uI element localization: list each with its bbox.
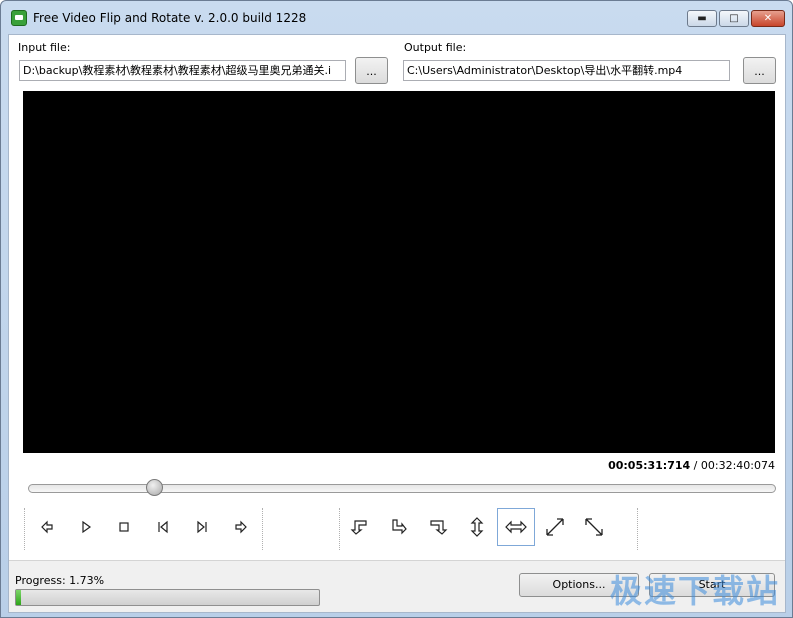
window-title: Free Video Flip and Rotate v. 2.0.0 buil…	[33, 11, 307, 25]
maximize-button[interactable]: □	[719, 10, 749, 27]
close-button[interactable]: ✕	[751, 10, 785, 27]
output-file-field[interactable]: C:\Users\Administrator\Desktop\导出\水平翻转.m…	[403, 60, 730, 81]
minimize-button[interactable]: ▬	[687, 10, 717, 27]
rotate-180-icon	[430, 520, 448, 535]
video-preview	[23, 91, 775, 453]
skip-end-icon	[197, 520, 207, 534]
toolbar-separator	[262, 508, 263, 550]
flip-horizontal-icon	[505, 520, 527, 534]
stop-icon	[119, 522, 129, 532]
title-bar[interactable]: Free Video Flip and Rotate v. 2.0.0 buil…	[1, 1, 792, 35]
stop-button[interactable]	[105, 508, 143, 546]
flip-vertical-button[interactable]	[458, 508, 496, 546]
skip-start-icon	[158, 520, 168, 534]
seek-slider-thumb[interactable]	[146, 479, 164, 496]
arrow-left-icon	[41, 520, 53, 534]
go-to-start-button[interactable]	[144, 508, 182, 546]
toolbar-separator	[24, 508, 25, 550]
next-frame-button[interactable]	[222, 508, 260, 546]
transpose-icon	[546, 518, 564, 536]
time-separator: /	[693, 459, 698, 472]
progress-bar-fill	[16, 590, 22, 605]
progress-label: Progress: 1.73%	[15, 574, 105, 587]
output-browse-button[interactable]: ...	[743, 57, 776, 84]
watermark: 极速下载站	[610, 572, 781, 610]
flip-vertical-icon	[470, 517, 484, 537]
play-icon	[82, 520, 92, 534]
app-window: Free Video Flip and Rotate v. 2.0.0 buil…	[0, 0, 793, 618]
total-time: 00:32:40:074	[700, 459, 775, 472]
play-button[interactable]	[67, 508, 105, 546]
input-file-label: Input file:	[18, 41, 71, 54]
go-to-end-button[interactable]	[183, 508, 221, 546]
output-file-label: Output file:	[404, 41, 467, 54]
rotate-cw-button[interactable]	[380, 508, 418, 546]
rotate-ccw-button[interactable]	[341, 508, 379, 546]
time-display: 00:05:31:714 / 00:32:40:074	[608, 459, 775, 472]
transverse-button[interactable]	[575, 508, 613, 546]
flip-horizontal-button[interactable]	[497, 508, 535, 546]
toolbar-separator	[339, 508, 340, 550]
rotate-cw-icon	[392, 519, 407, 535]
transverse-icon	[585, 518, 603, 536]
arrow-right-icon	[235, 520, 247, 534]
rotate-180-button[interactable]	[419, 508, 457, 546]
seek-slider-track[interactable]	[28, 484, 776, 493]
previous-frame-button[interactable]	[28, 508, 66, 546]
rotate-ccw-icon	[350, 520, 367, 535]
input-browse-button[interactable]: ...	[355, 57, 388, 84]
current-time: 00:05:31:714	[608, 459, 691, 472]
toolbar-separator	[637, 508, 638, 550]
transpose-button[interactable]	[536, 508, 574, 546]
progress-bar	[15, 589, 320, 606]
app-icon	[11, 10, 27, 26]
input-file-field[interactable]: D:\backup\教程素材\教程素材\教程素材\超级马里奥兄弟通关.i	[19, 60, 346, 81]
client-area: Input file: D:\backup\教程素材\教程素材\教程素材\超级马…	[8, 34, 786, 613]
